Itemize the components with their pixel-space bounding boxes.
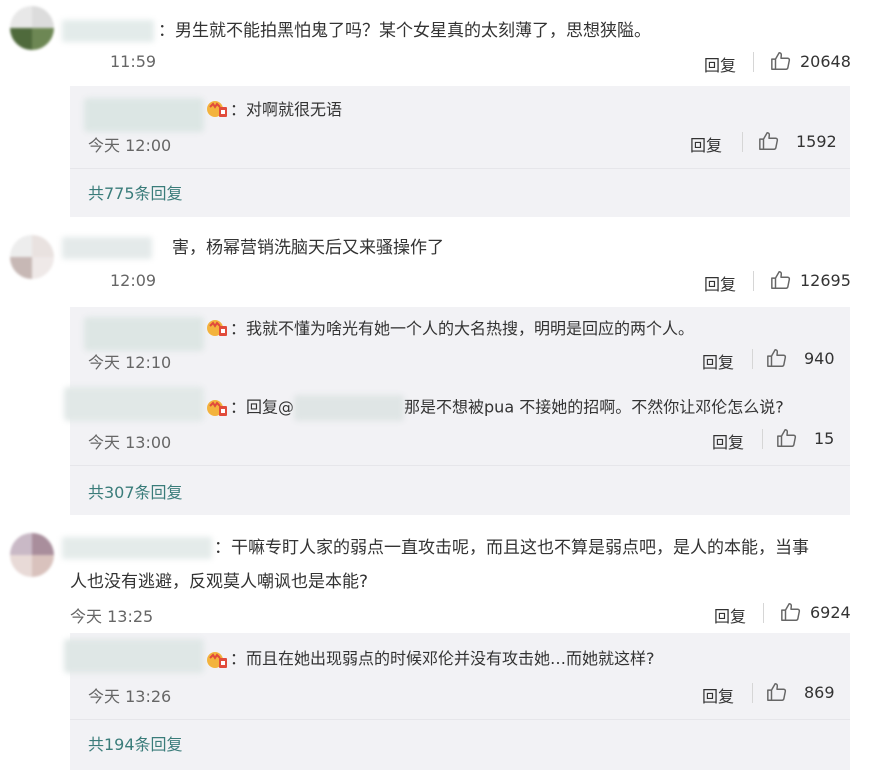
- divider: [70, 719, 850, 720]
- thumbs-up-icon: [767, 349, 787, 367]
- reply-button[interactable]: 回复: [704, 271, 736, 295]
- like-button[interactable]: 20648: [770, 50, 851, 72]
- divider: [70, 168, 850, 169]
- reply-text: ：对啊就很无语: [230, 100, 343, 119]
- like-button[interactable]: 12695: [770, 269, 851, 291]
- vip-badge-icon: [206, 317, 228, 339]
- comment-time: 今天 13:25: [70, 607, 154, 626]
- thumbs-up-icon: [781, 603, 801, 621]
- replies-box: ：而且在她出现弱点的时候邓伦并没有攻击她…而她就这样? 今天 13:26 回复 …: [64, 633, 850, 770]
- comment-text-line-2: 人也没有逃避，反观莫人嘲讽也是本能?: [70, 572, 369, 592]
- vip-badge-icon: [206, 98, 228, 120]
- more-replies-link[interactable]: 共775条回复: [88, 180, 183, 204]
- reply-button[interactable]: 回复: [712, 429, 744, 453]
- reply-username-blurred[interactable]: [64, 639, 204, 673]
- reply-time: 今天 13:26: [88, 687, 172, 706]
- vip-badge-icon: [206, 649, 228, 671]
- reply-prefix: ：回复@: [230, 397, 295, 417]
- like-count: 6924: [810, 602, 851, 622]
- divider: [70, 465, 850, 466]
- avatar[interactable]: [10, 533, 54, 577]
- thumbs-up-icon: [771, 271, 791, 289]
- reply-time: 今天 12:00: [88, 136, 172, 155]
- like-count: 15: [814, 428, 835, 448]
- comment-3: ：干嘛专盯人家的弱点一直攻击呢，而且这也不算是弱点吧，是人的本能，当事 人也没有…: [0, 525, 874, 770]
- reply-username-blurred[interactable]: [84, 317, 204, 351]
- thumbs-up-icon: [777, 429, 797, 447]
- like-count: 12695: [800, 270, 851, 290]
- reply-button[interactable]: 回复: [704, 52, 736, 76]
- username-blurred[interactable]: [62, 237, 152, 259]
- thumbs-up-icon: [767, 683, 787, 701]
- thumbs-up-icon: [771, 52, 791, 70]
- vip-badge-icon: [206, 397, 228, 419]
- comment-1: ：男生就不能拍黑怕鬼了吗？某个女星真的太刻薄了，思想狭隘。 11:59 回复 2…: [0, 0, 874, 225]
- username-blurred[interactable]: [62, 20, 154, 42]
- thumbs-up-icon: [759, 132, 779, 150]
- more-replies-link[interactable]: 共194条回复: [88, 731, 183, 755]
- divider: [752, 349, 753, 369]
- comment-text-line-1: ：干嘛专盯人家的弱点一直攻击呢，而且这也不算是弱点吧，是人的本能，当事: [214, 538, 809, 558]
- mention-blurred[interactable]: [294, 395, 405, 421]
- comment-time: 12:09: [110, 271, 157, 290]
- reply-time: 今天 13:00: [88, 433, 172, 452]
- avatar[interactable]: [10, 235, 54, 279]
- divider: [763, 603, 764, 623]
- reply-username-blurred[interactable]: [64, 387, 204, 421]
- divider: [752, 683, 753, 703]
- like-button[interactable]: 15: [776, 427, 834, 449]
- reply-text: ：而且在她出现弱点的时候邓伦并没有攻击她…而她就这样?: [230, 649, 655, 668]
- reply-time: 今天 12:10: [88, 353, 172, 372]
- reply-text: ：我就不懂为啥光有她一个人的大名热搜，明明是回应的两个人。: [230, 319, 695, 338]
- reply-text: ：回复@ 那是不想被pua 不接她的招啊。不然你让邓伦怎么说?: [230, 395, 784, 421]
- reply-button[interactable]: 回复: [690, 132, 722, 156]
- like-button[interactable]: 940: [766, 347, 835, 369]
- like-count: 869: [804, 682, 835, 702]
- reply-username-blurred[interactable]: [84, 98, 204, 132]
- comment-text: 害，杨幂营销洗脑天后又来骚操作了: [172, 238, 444, 258]
- username-blurred[interactable]: [62, 537, 212, 559]
- reply-button[interactable]: 回复: [714, 603, 746, 627]
- like-button[interactable]: 1592: [758, 130, 837, 152]
- divider: [753, 271, 754, 291]
- replies-box: ：对啊就很无语 今天 12:00 回复 1592 共775条回复: [70, 86, 850, 217]
- like-count: 940: [804, 348, 835, 368]
- comment-text: ：男生就不能拍黑怕鬼了吗？某个女星真的太刻薄了，思想狭隘。: [158, 21, 651, 41]
- like-button[interactable]: 869: [766, 681, 835, 703]
- comment-2: 害，杨幂营销洗脑天后又来骚操作了 12:09 回复 12695 ：我就不懂为啥光…: [0, 225, 874, 525]
- reply-button[interactable]: 回复: [702, 683, 734, 707]
- avatar[interactable]: [10, 6, 54, 50]
- replies-box: ：我就不懂为啥光有她一个人的大名热搜，明明是回应的两个人。 今天 12:10 回…: [64, 307, 850, 515]
- like-count: 1592: [796, 131, 837, 151]
- divider: [742, 132, 743, 152]
- divider: [762, 429, 763, 449]
- divider: [753, 52, 754, 72]
- more-replies-link[interactable]: 共307条回复: [88, 479, 183, 503]
- reply-body: 那是不想被pua 不接她的招啊。不然你让邓伦怎么说?: [404, 397, 784, 417]
- reply-button[interactable]: 回复: [702, 349, 734, 373]
- like-count: 20648: [800, 51, 851, 71]
- comment-time: 11:59: [110, 52, 157, 71]
- like-button[interactable]: 6924: [780, 601, 851, 623]
